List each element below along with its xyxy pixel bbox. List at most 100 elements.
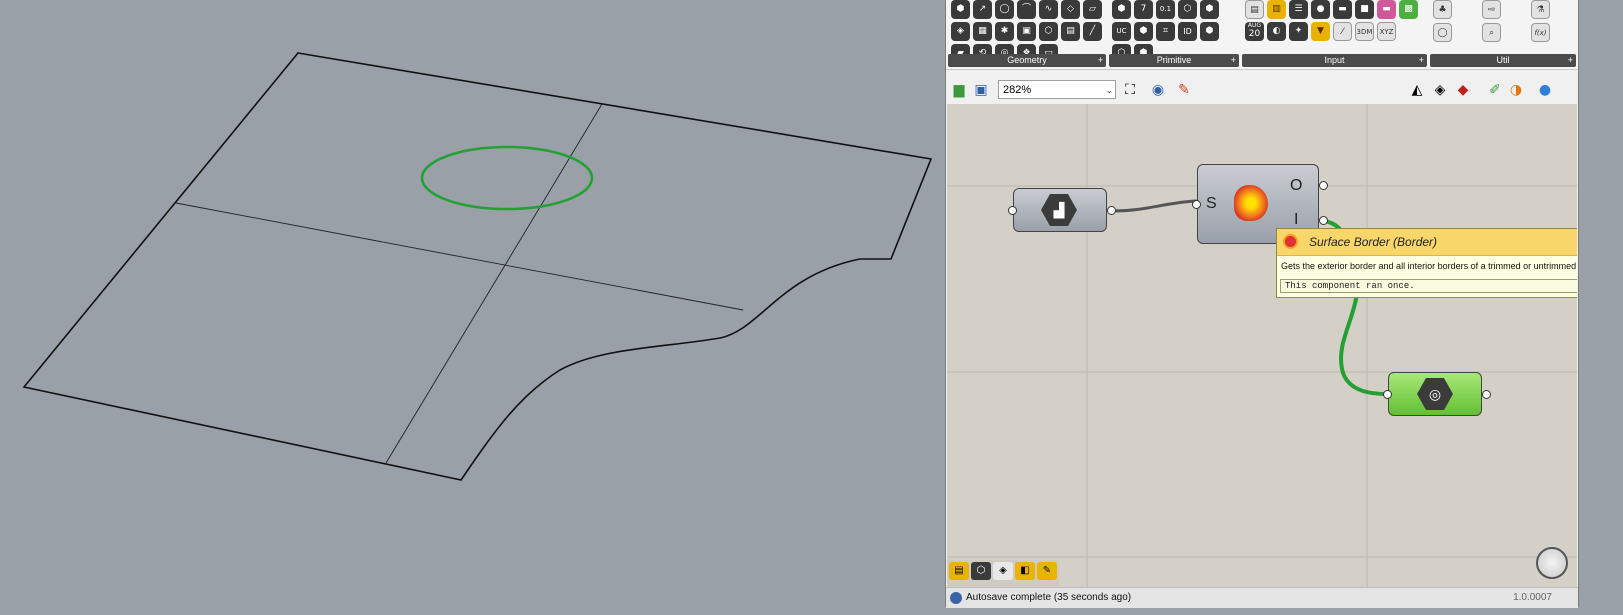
mesh-icon[interactable]: ▦ — [973, 22, 992, 41]
preview-shaded-icon[interactable]: ◈ — [1430, 80, 1450, 100]
open-file-icon[interactable]: ▆ — [949, 80, 969, 100]
graph-mapper-icon[interactable]: ⁄ — [1333, 22, 1352, 41]
pencil-widget-icon[interactable]: ✎ — [1037, 562, 1057, 580]
interior-border-curve — [420, 145, 594, 211]
expand-icon[interactable]: + — [1098, 54, 1103, 67]
curve-icon[interactable]: ∿ — [1039, 0, 1058, 19]
geometry-icon[interactable]: ⬡ — [1039, 22, 1058, 41]
panel-primitive: ⬢ 7 0.1 ⬡ ⬢ UC ⬢ ⌗ ID ⬢ ⬡ ⬢ Primitive + — [1109, 0, 1239, 69]
surface-param-input-port[interactable] — [1008, 206, 1017, 215]
integer-icon[interactable]: 7 — [1134, 0, 1153, 19]
panel-icon[interactable]: ▤ — [1245, 0, 1264, 19]
relay-arrow-icon[interactable]: ⇨ — [1482, 0, 1501, 19]
surface-param-output-port[interactable] — [1107, 206, 1116, 215]
surface-param-component[interactable]: ▟ — [1013, 188, 1107, 232]
panel-title-util[interactable]: Util + — [1430, 54, 1576, 67]
brep-icon[interactable]: ◈ — [951, 22, 970, 41]
tree-icon[interactable]: ♣ — [1433, 0, 1452, 19]
toggle-icon[interactable]: ☰ — [1289, 0, 1308, 19]
gradient-icon[interactable]: ▩ — [1399, 0, 1418, 19]
polyline-icon[interactable]: ◇ — [1061, 0, 1080, 19]
material-preview-icon[interactable]: ◑ — [1506, 80, 1526, 100]
input-label-s: S — [1206, 195, 1217, 212]
panel-input: ▤ ▥ ☰ ● ▬ ■ ▬ ▩ AUG 20 ◐ ✦ ▼ ⁄ 3DM XYZ In… — [1242, 0, 1427, 69]
flask-icon[interactable]: ⚗ — [1531, 0, 1550, 19]
tooltip-status: This component ran once. — [1280, 279, 1577, 293]
curve-param-input-port[interactable] — [1383, 390, 1392, 399]
import-3dm-icon[interactable]: 3DM — [1355, 22, 1374, 41]
version-label: 1.0.0007 — [1513, 592, 1552, 603]
import-coordinates-icon[interactable]: XYZ — [1377, 22, 1396, 41]
matrix-icon[interactable]: ⌗ — [1156, 22, 1175, 41]
colour-icon[interactable]: ⬡ — [1178, 0, 1197, 19]
zoom-dropdown[interactable]: 282% ⌄ — [998, 80, 1116, 99]
curve-param-output-port[interactable] — [1482, 390, 1491, 399]
panel-title-primitive[interactable]: Primitive + — [1109, 54, 1239, 67]
number-icon[interactable]: 0.1 — [1156, 0, 1175, 19]
canvas-toolbar: ▆ ▣ 282% ⌄ ⛶ ◉ ✎ ◭ ◈ ◆ ✐ ◑ ● — [946, 77, 1578, 103]
sketch-widget-icon[interactable]: ◧ — [1015, 562, 1035, 580]
zoom-extents-icon[interactable]: ⛶ — [1120, 80, 1140, 100]
calendar-icon[interactable]: AUG 20 — [1245, 22, 1264, 41]
status-message: Autosave complete (35 seconds ago) — [966, 592, 1132, 603]
panel-title-input[interactable]: Input + — [1242, 54, 1427, 67]
point-icon[interactable]: ⬢ — [951, 0, 970, 19]
border-output-port-o[interactable] — [1319, 181, 1328, 190]
curve-param-component[interactable]: ◎ — [1388, 372, 1482, 416]
loop-icon[interactable]: ◯ — [1433, 23, 1452, 42]
vector-icon[interactable]: ↗ — [973, 0, 992, 19]
expression-icon[interactable]: f(x) — [1531, 23, 1550, 42]
preview-eye-icon[interactable]: ◉ — [1148, 80, 1168, 100]
control-knob-icon[interactable]: ▼ — [1311, 22, 1330, 41]
tooltip-header: Surface Border (Border) — [1277, 229, 1577, 256]
expand-icon[interactable]: + — [1231, 54, 1236, 67]
save-file-icon[interactable]: ▣ — [971, 80, 991, 100]
param-widget-icon[interactable]: ⬡ — [971, 562, 991, 580]
border-output-port-i[interactable] — [1319, 216, 1328, 225]
field-icon[interactable]: ✱ — [995, 22, 1014, 41]
value-list-icon[interactable]: ◐ — [1267, 22, 1286, 41]
button-icon[interactable]: ● — [1311, 0, 1330, 19]
slider-icon[interactable]: ▬ — [1333, 0, 1352, 19]
search-icon[interactable]: ⌕ — [1482, 23, 1501, 42]
tooltip-title: Surface Border (Border) — [1309, 235, 1438, 249]
document-preview-icon[interactable]: ✐ — [1485, 80, 1505, 100]
component-ribbon: ⬢ ↗ ◯ ⌒ ∿ ◇ ▱ ◈ ▦ ✱ ▣ ⬡ ▤ ╱ ▰ ⟲ ◎ ❖ ▭ Ge… — [946, 0, 1578, 70]
md-slider-icon[interactable]: ✦ — [1289, 22, 1308, 41]
colour-swatch-icon[interactable]: ▬ — [1377, 0, 1396, 19]
unit-icon[interactable]: UC — [1112, 22, 1131, 41]
guid-icon[interactable]: ID — [1178, 22, 1197, 41]
geometry-icons: ⬢ ↗ ◯ ⌒ ∿ ◇ ▱ ◈ ▦ ✱ ▣ ⬡ ▤ ╱ ▰ ⟲ ◎ ❖ ▭ — [951, 0, 1103, 63]
scribble-icon[interactable]: ▥ — [1267, 0, 1286, 19]
shader-icon[interactable]: ⬢ — [1134, 22, 1153, 41]
domain-icon[interactable]: ⬢ — [1200, 0, 1219, 19]
expand-icon[interactable]: + — [1419, 54, 1424, 67]
navigation-compass-icon[interactable] — [1536, 547, 1568, 579]
knob-icon[interactable]: ■ — [1355, 0, 1374, 19]
preview-wireframe-icon[interactable]: ◭ — [1407, 80, 1427, 100]
grasshopper-canvas[interactable]: ▟ S O I ◎ Surface Border (Border) Gets t… — [947, 104, 1577, 587]
preview-selected-icon[interactable]: ◆ — [1453, 80, 1473, 100]
border-input-port-s[interactable] — [1192, 200, 1201, 209]
surface-icon[interactable]: ▱ — [1083, 0, 1102, 19]
panel-title-geometry[interactable]: Geometry + — [948, 54, 1106, 67]
trimmed-surface-outline — [22, 52, 933, 481]
expand-icon[interactable]: + — [1568, 54, 1573, 67]
isocurve-u — [175, 202, 744, 311]
bake-widget-icon[interactable]: ◈ — [993, 562, 1013, 580]
rhino-viewport[interactable] — [0, 0, 945, 615]
boolean-icon[interactable]: ⬢ — [1112, 0, 1131, 19]
scribble-widget-icon[interactable]: ▤ — [949, 562, 969, 580]
data-icon[interactable]: ⬢ — [1200, 22, 1219, 41]
group-icon[interactable]: ▤ — [1061, 22, 1080, 41]
util-icons: ♣ ⇨ ⚗ ◯ ⌕ f(x) — [1433, 0, 1573, 54]
display-mode-icon[interactable]: ● — [1535, 80, 1555, 100]
sketch-pen-icon[interactable]: ✎ — [1174, 80, 1194, 100]
box-icon[interactable]: ▣ — [1017, 22, 1036, 41]
circle-icon[interactable]: ◯ — [995, 0, 1014, 19]
output-label-i: I — [1294, 211, 1299, 228]
component-tooltip: Surface Border (Border) Gets the exterio… — [1276, 228, 1577, 298]
line-icon[interactable]: ╱ — [1083, 22, 1102, 41]
arc-icon[interactable]: ⌒ — [1017, 0, 1036, 19]
surface-border-icon — [1234, 185, 1268, 221]
